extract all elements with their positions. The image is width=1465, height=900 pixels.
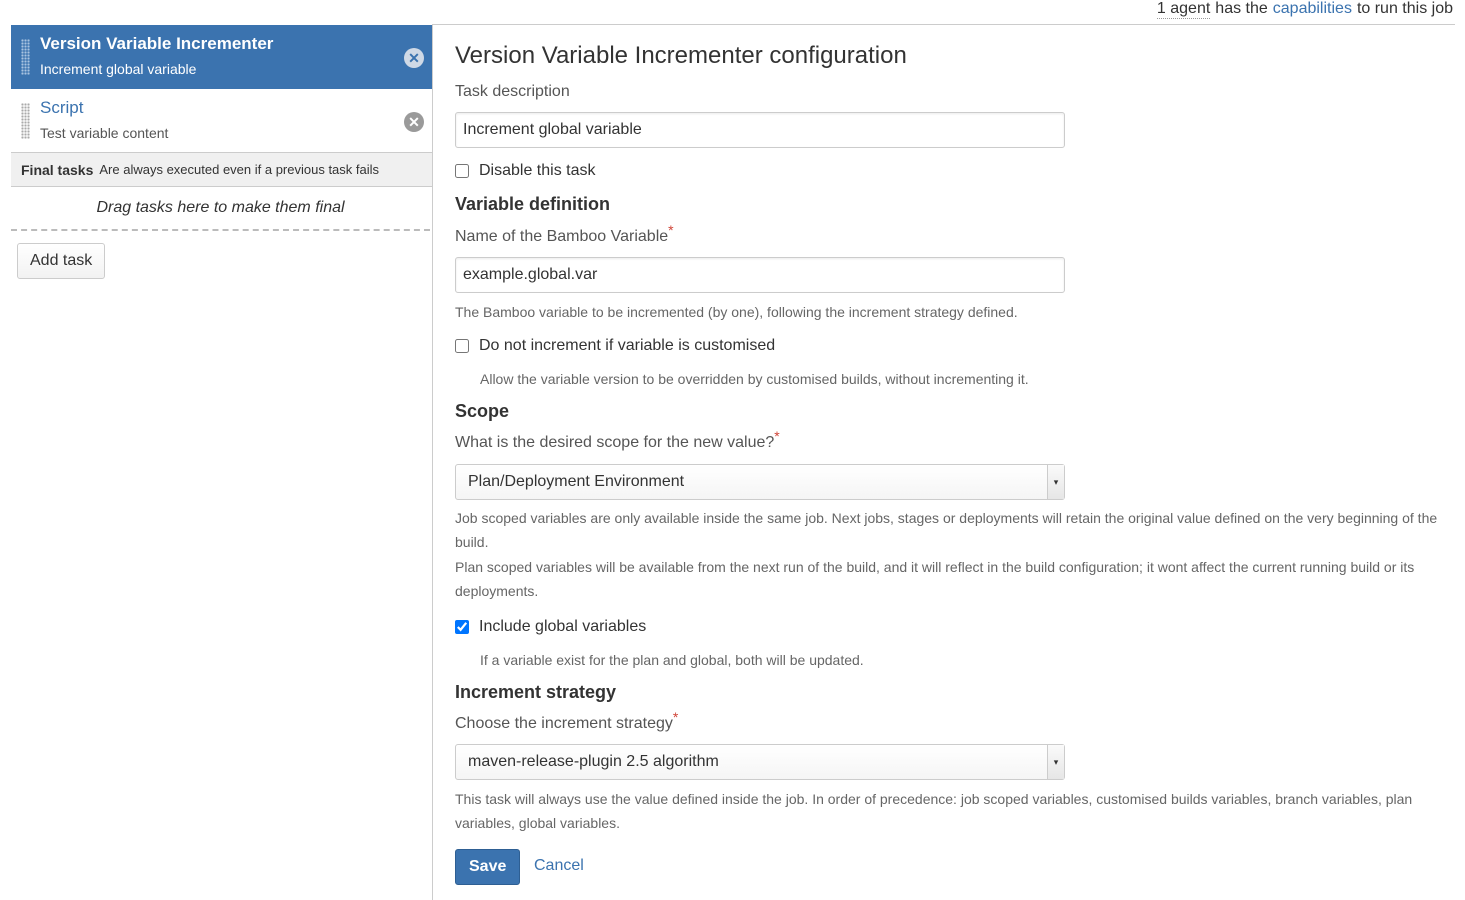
variable-name-help: The Bamboo variable to be incremented (b… (455, 304, 1018, 320)
task-subtitle: Increment global variable (40, 61, 197, 77)
final-tasks-note: Are always executed even if a previous t… (99, 162, 380, 177)
drag-handle-icon[interactable] (21, 39, 30, 75)
scope-help-plan: Plan scoped variables will be available … (455, 559, 1415, 599)
task-item-script[interactable]: Script Test variable content ✕ (11, 89, 432, 153)
strategy-select[interactable]: maven-release-plugin 2.5 algorithm ▾ (455, 744, 1065, 780)
include-global-checkbox-row[interactable]: Include global variables (455, 618, 646, 636)
add-task-button[interactable]: Add task (17, 243, 106, 279)
dropdown-arrow-icon[interactable]: ▾ (1047, 745, 1064, 779)
task-config-form: Version Variable Incrementer configurati… (455, 25, 1455, 885)
variable-name-label: Name of the Bamboo Variable* (455, 222, 674, 245)
drag-handle-icon[interactable] (21, 103, 30, 139)
agent-count-link[interactable]: 1 agent (1156, 0, 1211, 19)
capabilities-link[interactable]: capabilities (1273, 0, 1352, 18)
task-list-panel: Version Variable Incrementer Increment g… (11, 25, 433, 900)
include-global-checkbox[interactable] (455, 620, 469, 634)
delete-task-icon[interactable]: ✕ (404, 112, 424, 132)
task-title[interactable]: Script (40, 97, 432, 119)
strategy-label: Choose the increment strategy* (455, 709, 679, 732)
include-global-help: If a variable exist for the plan and glo… (480, 652, 864, 668)
scope-label: What is the desired scope for the new va… (455, 428, 780, 451)
required-mark: * (774, 428, 780, 444)
no-increment-checkbox-row[interactable]: Do not increment if variable is customis… (455, 337, 775, 355)
task-item-version-variable-incrementer[interactable]: Version Variable Incrementer Increment g… (11, 25, 432, 89)
final-tasks-label: Final tasks (21, 161, 94, 178)
disable-task-checkbox-row[interactable]: Disable this task (455, 162, 596, 180)
strategy-select-value: maven-release-plugin 2.5 algorithm (468, 753, 719, 770)
strategy-help: This task will always use the value defi… (455, 791, 1413, 831)
disable-task-checkbox[interactable] (455, 164, 469, 178)
cancel-link[interactable]: Cancel (534, 857, 584, 875)
required-mark: * (668, 222, 674, 238)
final-tasks-dropzone[interactable]: Drag tasks here to make them final (11, 187, 430, 231)
variable-name-input[interactable] (455, 257, 1065, 293)
dropdown-arrow-icon[interactable]: ▾ (1047, 465, 1064, 499)
required-mark: * (672, 709, 679, 725)
task-title: Version Variable Incrementer (40, 34, 274, 53)
page-title: Version Variable Incrementer configurati… (455, 42, 907, 69)
task-description-label: Task description (455, 83, 570, 100)
scope-select[interactable]: Plan/Deployment Environment ▾ (455, 464, 1065, 500)
no-increment-label: Do not increment if variable is customis… (479, 337, 776, 354)
agent-text-tail: to run this job (1356, 0, 1453, 17)
task-description-input[interactable] (455, 112, 1065, 148)
save-button[interactable]: Save (455, 849, 521, 885)
scope-help-job: Job scoped variables are only available … (455, 510, 1438, 550)
include-global-label: Include global variables (479, 618, 647, 635)
increment-strategy-heading: Increment strategy (455, 682, 617, 702)
scope-select-value: Plan/Deployment Environment (468, 473, 685, 490)
variable-definition-heading: Variable definition (455, 194, 611, 214)
delete-task-icon[interactable]: ✕ (404, 48, 424, 68)
disable-task-label: Disable this task (479, 162, 596, 179)
no-increment-checkbox[interactable] (455, 339, 469, 353)
agent-capabilities-bar: 1 agent has the capabilities to run this… (1156, 0, 1453, 24)
no-increment-help: Allow the variable version to be overrid… (480, 371, 1029, 387)
final-tasks-header: Final tasks Are always executed even if … (11, 153, 432, 187)
task-subtitle: Test variable content (40, 125, 169, 141)
scope-heading: Scope (455, 401, 510, 421)
agent-text: has the (1215, 0, 1268, 17)
